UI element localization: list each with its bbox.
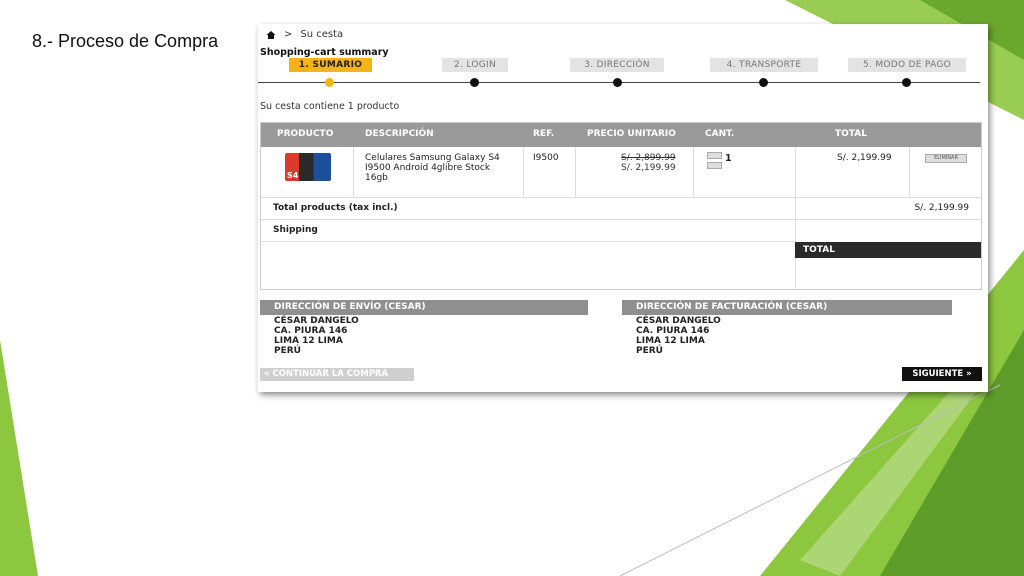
billing-address-title: DIRECCIÓN DE FACTURACIÓN (CESAR) xyxy=(622,300,952,315)
next-button[interactable]: SIGUIENTE » xyxy=(902,367,982,381)
breadcrumb-separator: > xyxy=(284,29,293,40)
left-green-shape xyxy=(0,340,38,576)
row-divider xyxy=(261,219,981,220)
step-dot-3 xyxy=(613,78,622,87)
col-divider xyxy=(909,147,910,197)
total-label: TOTAL xyxy=(803,245,835,255)
col-divider xyxy=(523,147,524,197)
step-modo-pago[interactable]: 5. MODO DE PAGO xyxy=(848,58,966,72)
cart-screenshot: > Su cesta Shopping-cart summary 1. SUMA… xyxy=(258,24,988,392)
product-description[interactable]: Celulares Samsung Galaxy S4 I9500 Androi… xyxy=(365,153,515,183)
address-line: CÉSAR DANGELO xyxy=(636,316,721,326)
address-line: PERÚ xyxy=(274,346,301,356)
product-image[interactable]: S4 xyxy=(285,153,331,181)
shipping-address-title: DIRECCIÓN DE ENVÍO (CESAR) xyxy=(260,300,588,315)
product-old-price: S/. 2,899.99 xyxy=(621,153,676,163)
th-ref: REF. xyxy=(533,129,555,139)
th-total: TOTAL xyxy=(835,129,867,139)
step-transporte[interactable]: 4. TRANSPORTE xyxy=(710,58,818,72)
remove-button[interactable]: ELIMINAR xyxy=(925,154,967,163)
total-products-value: S/. 2,199.99 xyxy=(914,203,969,213)
continue-shopping-button[interactable]: « CONTINUAR LA COMPRA xyxy=(260,368,414,381)
breadcrumb-current: Su cesta xyxy=(300,29,344,40)
th-qty: CANT. xyxy=(705,129,735,139)
step-sumario[interactable]: 1. SUMARIO xyxy=(289,58,372,72)
product-qty: 1 xyxy=(725,153,732,164)
address-line: PERÚ xyxy=(636,346,663,356)
quantity-stepper xyxy=(707,152,722,172)
qty-increase-button[interactable] xyxy=(707,152,722,159)
step-dot-4 xyxy=(759,78,768,87)
th-description: DESCRIPCIÓN xyxy=(365,129,434,139)
product-image-badge: S4 xyxy=(287,171,299,180)
shipping-label: Shipping xyxy=(273,225,318,235)
cart-table: PRODUCTO DESCRIPCIÓN REF. PRECIO UNITARI… xyxy=(260,122,982,290)
row-divider xyxy=(261,197,981,198)
address-line: CÉSAR DANGELO xyxy=(274,316,359,326)
step-direccion[interactable]: 3. DIRECCIÓN xyxy=(570,58,664,72)
th-unit-price: PRECIO UNITARIO xyxy=(587,129,676,139)
col-divider xyxy=(575,147,576,197)
col-divider xyxy=(353,147,354,197)
step-login[interactable]: 2. LOGIN xyxy=(442,58,508,72)
address-line: CA. PIURA 146 xyxy=(274,326,348,336)
slide-title: 8.- Proceso de Compra xyxy=(32,31,219,51)
product-total: S/. 2,199.99 xyxy=(837,153,892,163)
th-product: PRODUCTO xyxy=(277,129,334,139)
billing-address: CÉSAR DANGELO CA. PIURA 146 LIMA 12 LIMA… xyxy=(636,316,721,356)
address-line: LIMA 12 LIMA xyxy=(636,336,705,346)
col-divider xyxy=(795,147,796,289)
step-dot-5 xyxy=(902,78,911,87)
cart-count: Su cesta contiene 1 producto xyxy=(260,101,400,112)
address-line: CA. PIURA 146 xyxy=(636,326,710,336)
row-divider xyxy=(261,241,795,242)
col-divider xyxy=(693,147,694,197)
summary-title: Shopping-cart summary xyxy=(260,47,389,58)
home-icon[interactable] xyxy=(266,30,276,40)
total-bar: TOTAL xyxy=(795,242,981,258)
step-dot-2 xyxy=(470,78,479,87)
product-price: S/. 2,199.99 xyxy=(621,163,676,173)
qty-decrease-button[interactable] xyxy=(707,162,722,169)
step-dot-1 xyxy=(325,78,334,87)
table-header: PRODUCTO DESCRIPCIÓN REF. PRECIO UNITARI… xyxy=(261,123,981,147)
address-line: LIMA 12 LIMA xyxy=(274,336,343,346)
shipping-address: CÉSAR DANGELO CA. PIURA 146 LIMA 12 LIMA… xyxy=(274,316,359,356)
total-products-label: Total products (tax incl.) xyxy=(273,203,398,213)
product-ref: I9500 xyxy=(533,153,559,163)
breadcrumb: > Su cesta xyxy=(266,29,343,40)
